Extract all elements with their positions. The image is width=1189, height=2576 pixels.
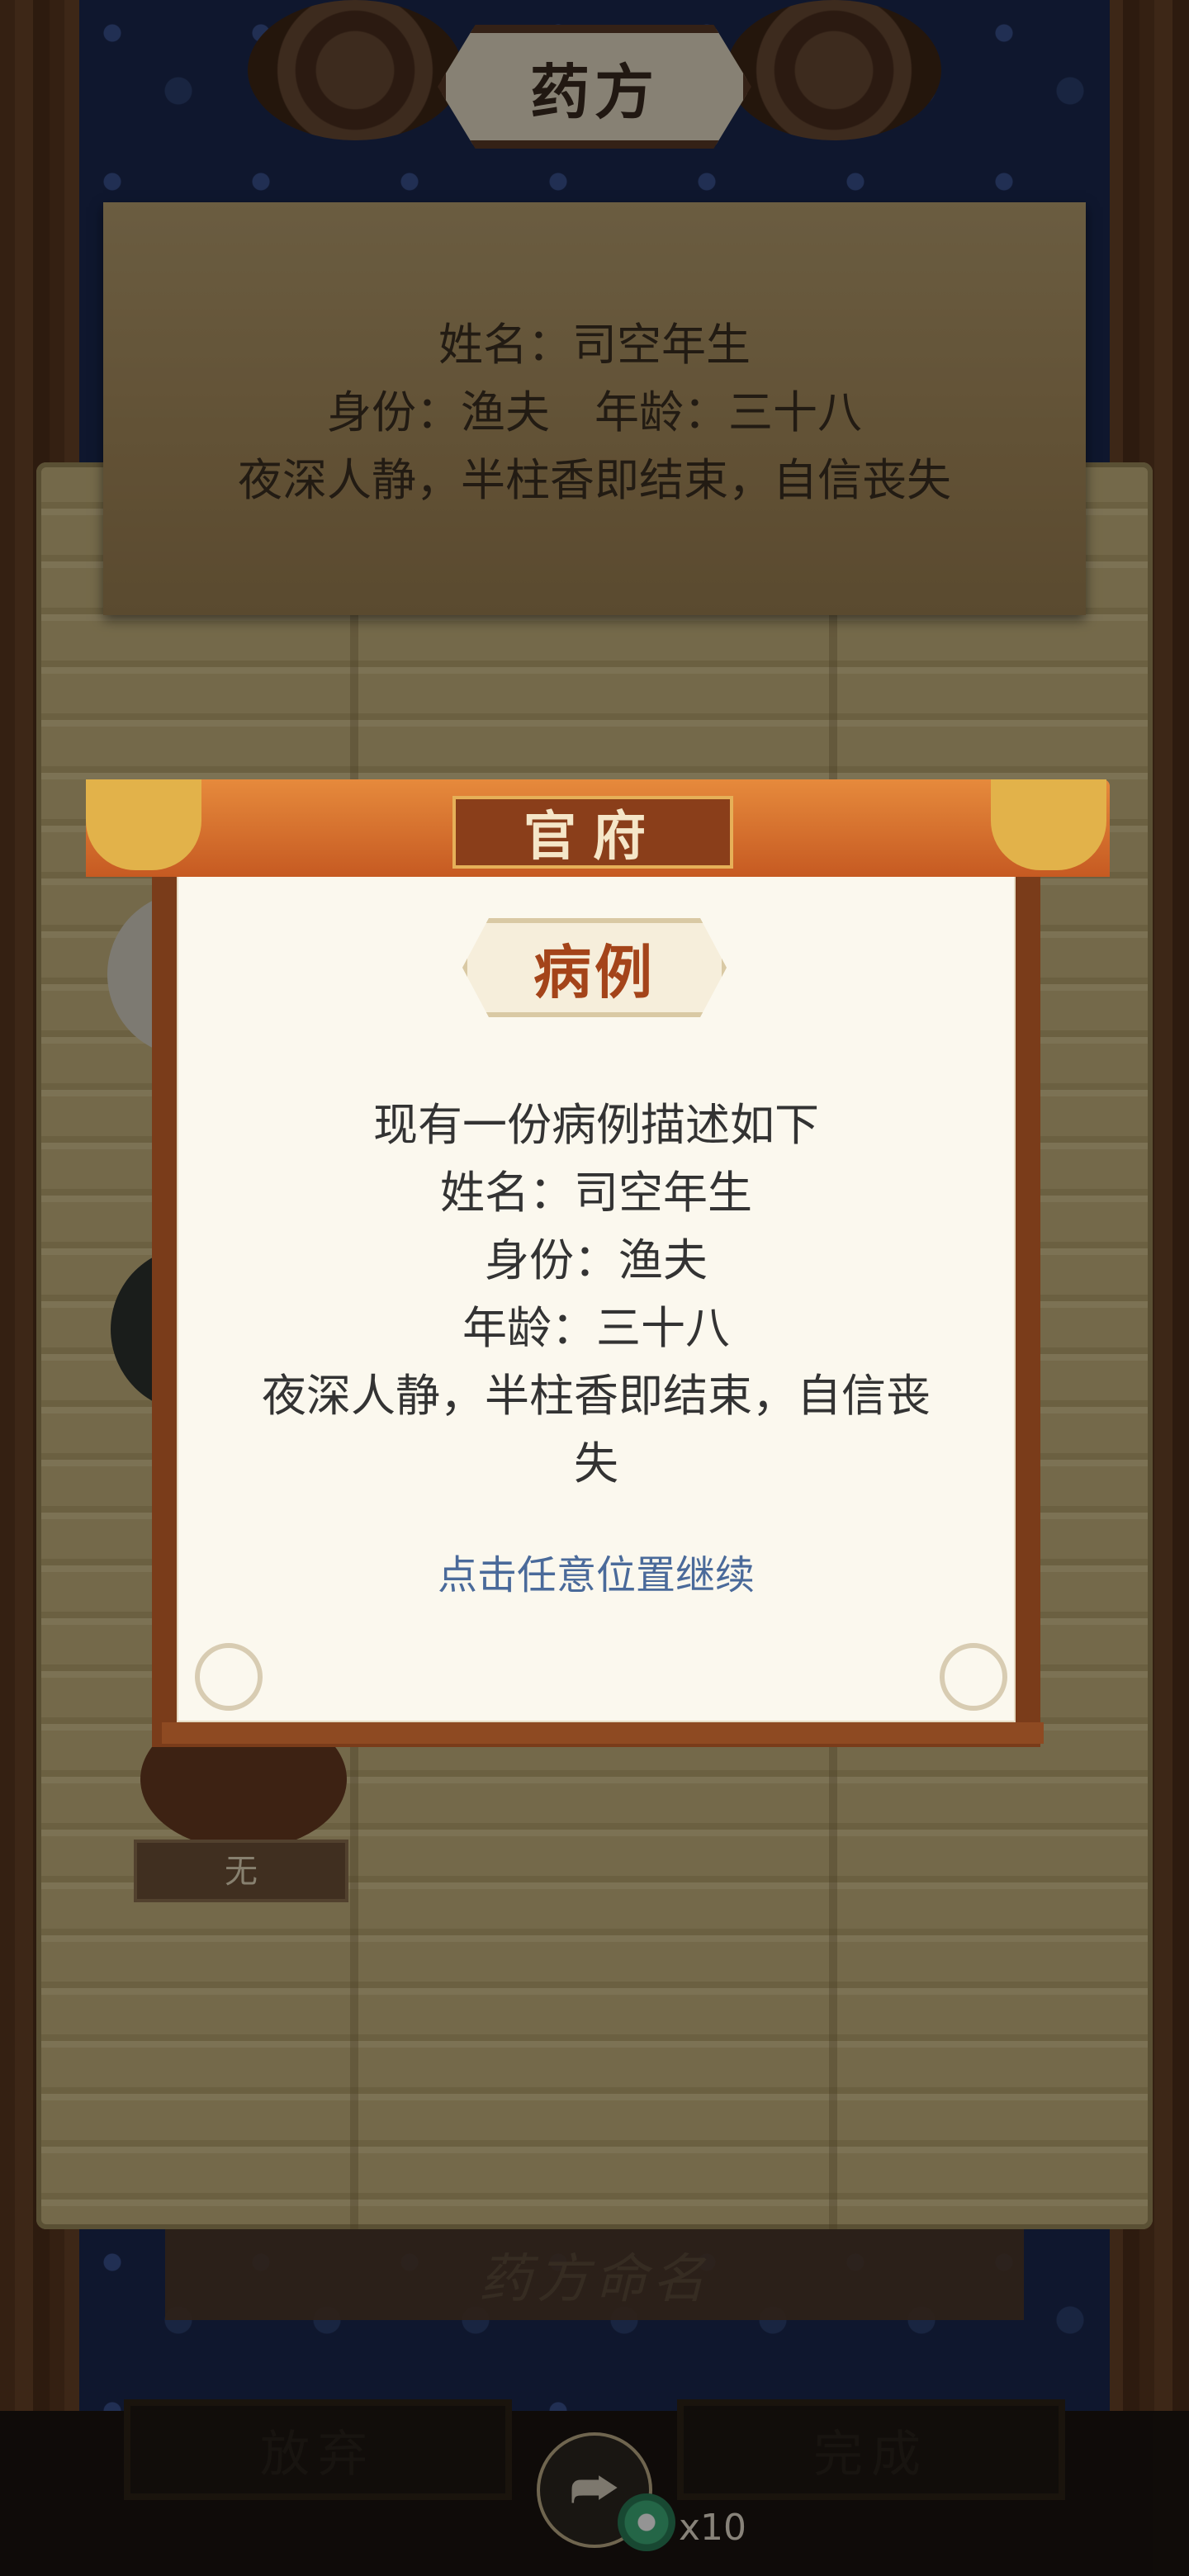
dialog-right-ornament (991, 779, 1106, 870)
case-identity: 身份：渔夫 (485, 1234, 708, 1286)
case-badge-label: 病例 (533, 938, 656, 1006)
continue-hint[interactable]: 点击任意位置继续 (177, 1542, 1016, 1600)
case-symptom: 夜深人静，半柱香即结束，自信丧 (262, 1370, 931, 1422)
dialog-header-plate: 官府 (452, 796, 733, 869)
case-symptom-continued: 失 (574, 1437, 618, 1489)
dialog-left-ornament (86, 779, 201, 870)
case-badge: 病例 (462, 918, 727, 1017)
corner-ornament-icon (195, 1643, 263, 1711)
case-intro: 现有一份病例描述如下 (373, 1099, 819, 1151)
dialog-header-title: 官府 (523, 807, 662, 868)
corner-ornament-icon (940, 1643, 1007, 1711)
dialog-base (162, 1722, 1044, 1744)
case-name: 姓名：司空年生 (440, 1167, 752, 1219)
case-age: 年龄：三十八 (462, 1302, 730, 1354)
